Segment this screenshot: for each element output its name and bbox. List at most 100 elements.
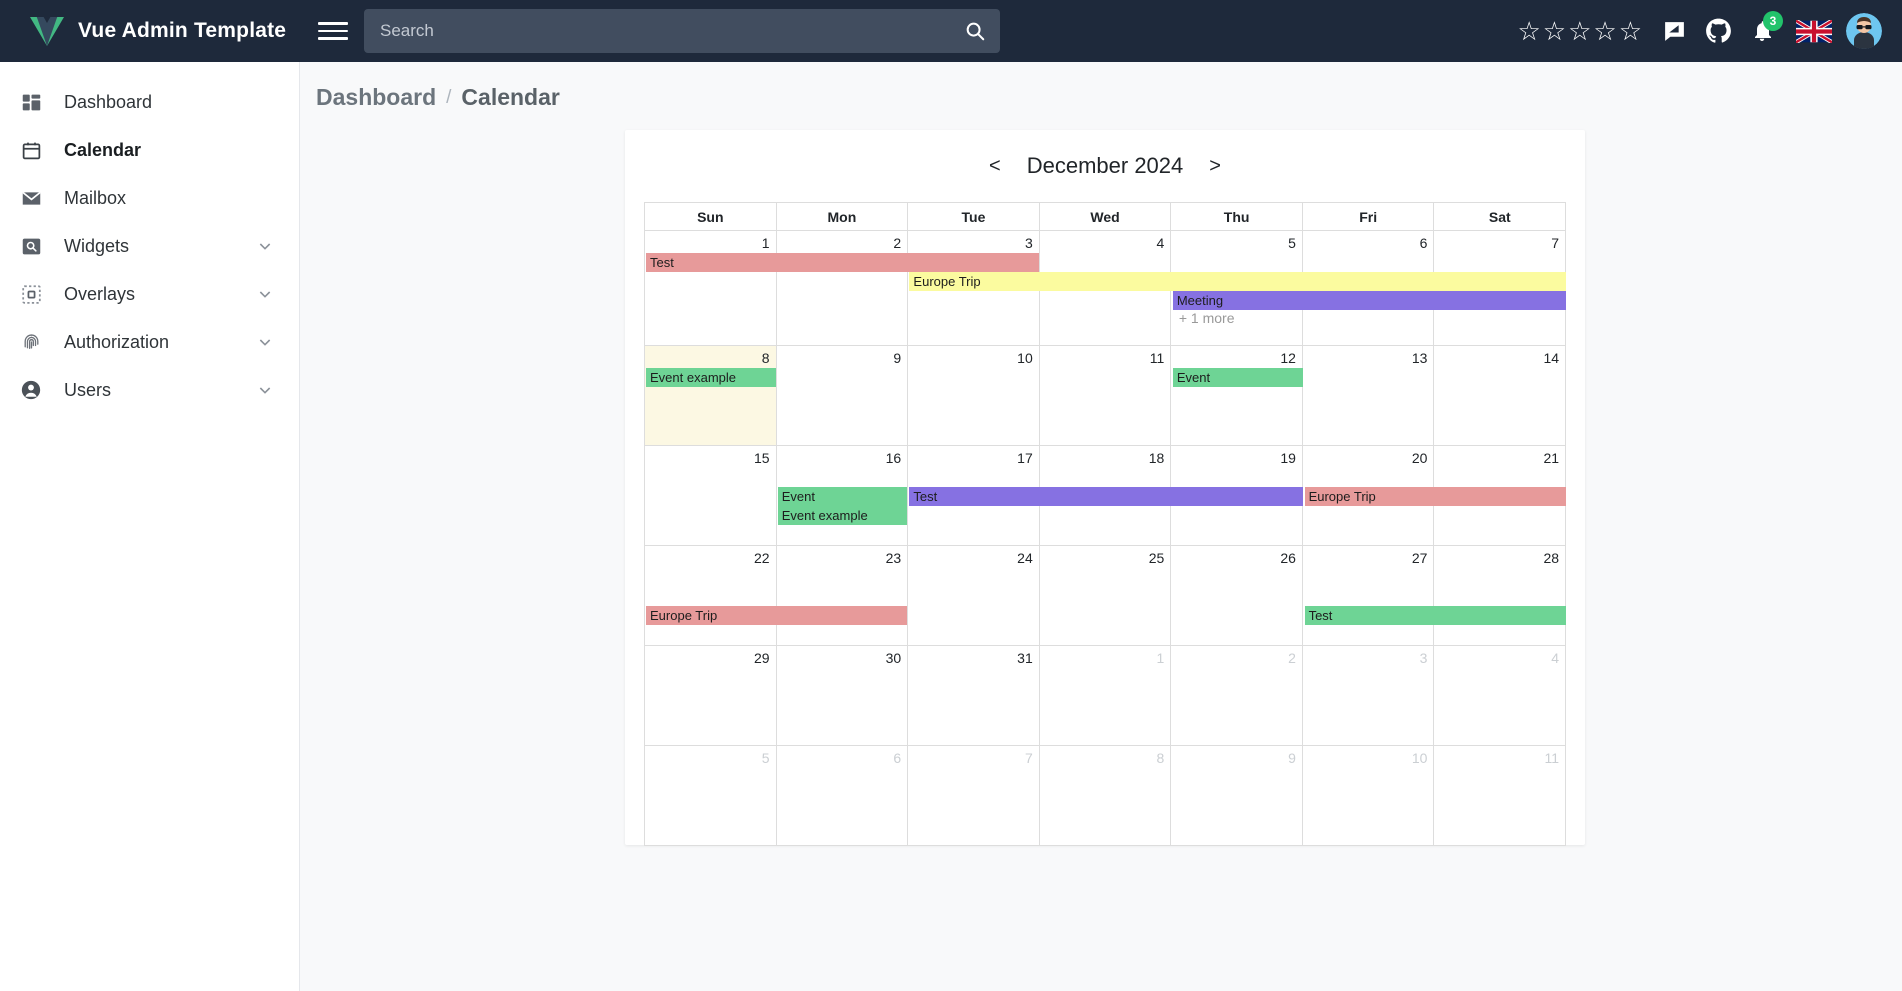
day-number: 27 bbox=[1411, 550, 1428, 566]
day-number: 30 bbox=[885, 650, 902, 666]
calendar-day-cell[interactable]: 15 bbox=[645, 446, 777, 546]
uk-flag-icon[interactable] bbox=[1794, 18, 1834, 44]
chevron-down-icon[interactable] bbox=[257, 238, 273, 254]
calendar-weekday-header: Sun Mon Tue Wed Thu Fri Sat bbox=[645, 203, 1567, 231]
calendar-day-cell[interactable]: 2 bbox=[776, 231, 909, 346]
sidebar-item-overlays[interactable]: Overlays bbox=[0, 270, 299, 318]
star-outline-icon[interactable]: ☆ bbox=[1619, 18, 1642, 44]
calendar-day-cell[interactable]: 3 bbox=[1302, 646, 1435, 746]
chat-message-icon[interactable] bbox=[1652, 9, 1696, 53]
search-box[interactable] bbox=[364, 9, 1000, 53]
calendar-day-cell[interactable]: 26 bbox=[1171, 546, 1303, 646]
day-number: 6 bbox=[1419, 235, 1428, 251]
calendar-day-cell[interactable]: 31 bbox=[908, 646, 1040, 746]
calendar-day-cell[interactable]: 30 bbox=[776, 646, 909, 746]
calendar-day-cell[interactable]: 29 bbox=[645, 646, 777, 746]
calendar-event[interactable]: Event bbox=[777, 487, 908, 506]
day-number: 20 bbox=[1411, 450, 1428, 466]
calendar-event[interactable]: Test bbox=[1304, 606, 1566, 625]
calendar-day-cell[interactable]: 10 bbox=[908, 346, 1040, 446]
calendar-day-cell[interactable]: 13 bbox=[1302, 346, 1435, 446]
calendar-day-cell[interactable]: 27 bbox=[1302, 546, 1435, 646]
star-outline-icon[interactable]: ☆ bbox=[1543, 18, 1566, 44]
day-number: 7 bbox=[1024, 750, 1033, 766]
calendar-day-cell[interactable]: 23 bbox=[776, 546, 909, 646]
brand[interactable]: Vue Admin Template bbox=[0, 0, 300, 62]
calendar-event[interactable]: Europe Trip bbox=[909, 272, 1566, 291]
weekday-header-thu: Thu bbox=[1171, 203, 1303, 231]
calendar-prev-button[interactable]: < bbox=[985, 155, 1005, 178]
rating-stars[interactable]: ☆ ☆ ☆ ☆ ☆ bbox=[1517, 18, 1642, 44]
breadcrumb-dashboard[interactable]: Dashboard bbox=[316, 84, 436, 111]
calendar-day-cell[interactable]: 22 bbox=[645, 546, 777, 646]
chevron-down-icon[interactable] bbox=[257, 334, 273, 350]
calendar-day-cell[interactable]: 7 bbox=[908, 746, 1040, 846]
day-number: 11 bbox=[1149, 350, 1165, 366]
top-bar: Vue Admin Template ☆ ☆ ☆ ☆ ☆ bbox=[0, 0, 1902, 62]
sidebar-item-mailbox[interactable]: Mailbox bbox=[0, 174, 299, 222]
day-number: 31 bbox=[1017, 650, 1033, 666]
hamburger-icon[interactable] bbox=[318, 19, 348, 43]
sidebar-item-dashboard[interactable]: Dashboard bbox=[0, 78, 299, 126]
calendar-event[interactable]: Test bbox=[909, 487, 1303, 506]
day-number: 8 bbox=[761, 350, 770, 366]
calendar-event[interactable]: Event bbox=[1172, 368, 1303, 387]
calendar-body: 1 2 3 4 5 6 7 Test Europe Trip Meeting + 1 more 8 9 1… bbox=[645, 231, 1567, 846]
search-icon[interactable] bbox=[964, 20, 986, 42]
search-input[interactable] bbox=[364, 9, 1000, 53]
calendar-day-cell[interactable]: 28 bbox=[1434, 546, 1567, 646]
calendar-day-cell[interactable]: 2 bbox=[1171, 646, 1303, 746]
star-outline-icon[interactable]: ☆ bbox=[1568, 18, 1591, 44]
day-number: 29 bbox=[754, 650, 770, 666]
chevron-down-icon[interactable] bbox=[257, 286, 273, 302]
calendar-day-cell[interactable]: 8 bbox=[1039, 746, 1172, 846]
calendar-more-link[interactable]: + 1 more bbox=[1173, 310, 1235, 326]
dashboard-grid-icon bbox=[14, 85, 48, 119]
weekday-header-wed: Wed bbox=[1039, 203, 1172, 231]
calendar-event[interactable]: Meeting bbox=[1172, 291, 1566, 310]
calendar-next-button[interactable]: > bbox=[1205, 155, 1225, 178]
star-outline-icon[interactable]: ☆ bbox=[1517, 18, 1540, 44]
calendar-event[interactable]: Europe Trip bbox=[1304, 487, 1566, 506]
calendar-day-cell[interactable]: 5 bbox=[645, 746, 777, 846]
calendar-day-cell[interactable]: 24 bbox=[908, 546, 1040, 646]
user-avatar[interactable] bbox=[1846, 13, 1882, 49]
sidebar-item-label: Widgets bbox=[64, 235, 130, 256]
calendar-event[interactable]: Test bbox=[646, 253, 1040, 272]
notifications-bell-icon[interactable]: 3 bbox=[1740, 9, 1784, 53]
sidebar-item-authorization[interactable]: Authorization bbox=[0, 318, 299, 366]
calendar-day-cell[interactable]: 9 bbox=[776, 346, 909, 446]
sidebar-item-calendar[interactable]: Calendar bbox=[0, 126, 299, 174]
calendar-day-cell[interactable]: 1 bbox=[645, 231, 777, 346]
day-number: 3 bbox=[1024, 235, 1033, 251]
calendar-week-row: 1 2 3 4 5 6 7 Test Europe Trip Meeting + 1 more bbox=[645, 231, 1567, 346]
calendar-event[interactable]: Europe Trip bbox=[646, 606, 908, 625]
day-number: 5 bbox=[1288, 235, 1296, 251]
calendar-day-cell[interactable]: 12 bbox=[1171, 346, 1303, 446]
calendar-day-cell[interactable]: 11 bbox=[1434, 746, 1567, 846]
sidebar-item-widgets[interactable]: Widgets bbox=[0, 222, 299, 270]
chevron-down-icon[interactable] bbox=[257, 382, 273, 398]
day-number: 12 bbox=[1280, 350, 1296, 366]
calendar-day-cell[interactable]: 8 bbox=[645, 346, 777, 446]
star-outline-icon[interactable]: ☆ bbox=[1593, 18, 1616, 44]
day-number: 25 bbox=[1148, 550, 1165, 566]
calendar-day-cell[interactable]: 6 bbox=[776, 746, 909, 846]
calendar-week-row: 22 23 24 25 26 27 28 Europe Trip Test bbox=[645, 546, 1567, 646]
github-icon[interactable] bbox=[1696, 9, 1740, 53]
calendar-event[interactable]: Event example bbox=[646, 368, 776, 387]
sidebar-item-users[interactable]: Users bbox=[0, 366, 299, 414]
calendar-event[interactable]: Event example bbox=[777, 506, 908, 525]
calendar-day-cell[interactable]: 11 bbox=[1039, 346, 1172, 446]
calendar-card: < December 2024 > Sun Mon Tue Wed Thu Fri Sat … bbox=[625, 130, 1585, 846]
calendar-day-cell[interactable]: 10 bbox=[1302, 746, 1435, 846]
vue-logo-icon bbox=[30, 16, 64, 46]
notification-badge: 3 bbox=[1763, 11, 1783, 31]
calendar-day-cell[interactable]: 25 bbox=[1039, 546, 1172, 646]
weekday-header-sun: Sun bbox=[645, 203, 777, 231]
calendar-day-cell[interactable]: 14 bbox=[1434, 346, 1567, 446]
calendar-day-cell[interactable]: 4 bbox=[1434, 646, 1567, 746]
calendar-day-cell[interactable]: 9 bbox=[1171, 746, 1303, 846]
sidebar-item-label: Authorization bbox=[64, 331, 170, 352]
calendar-day-cell[interactable]: 1 bbox=[1039, 646, 1172, 746]
